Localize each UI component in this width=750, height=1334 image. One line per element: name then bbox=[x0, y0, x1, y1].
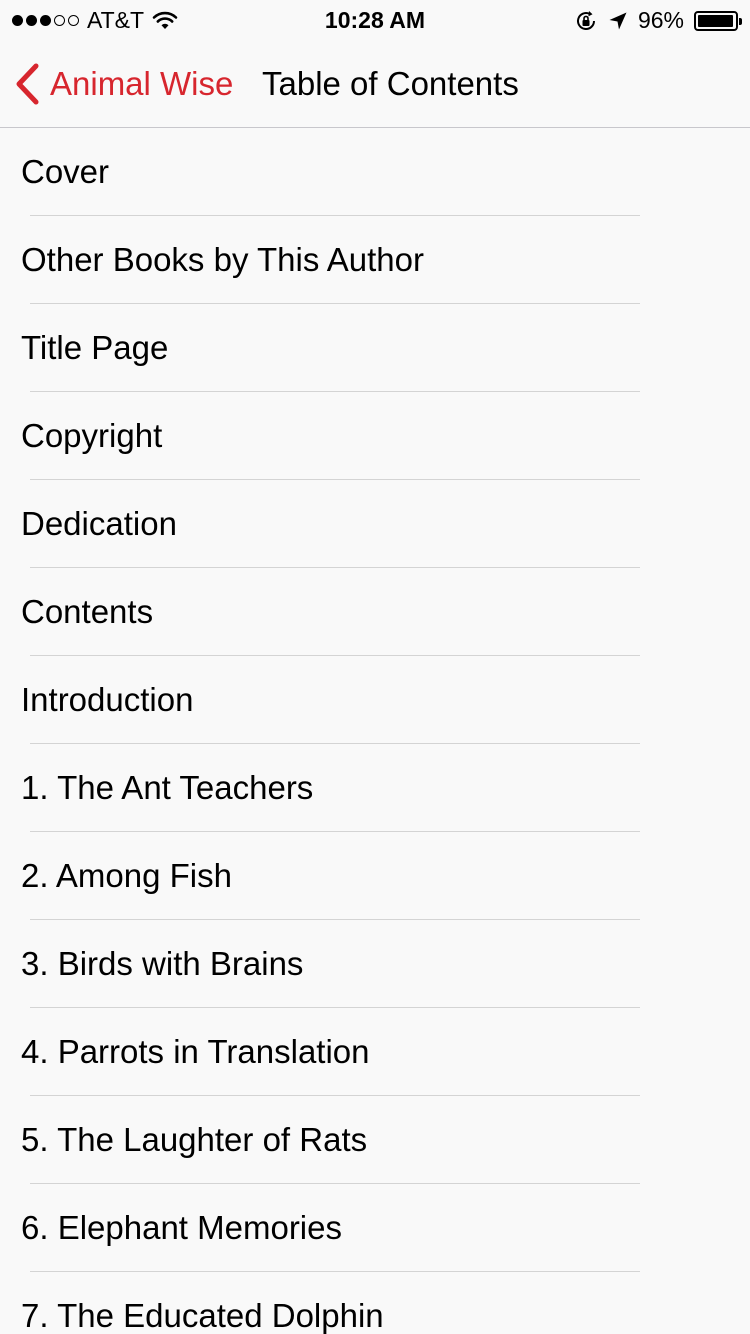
toc-item[interactable]: 1. The Ant Teachers bbox=[0, 744, 750, 832]
toc-item-label: Introduction bbox=[21, 681, 194, 718]
toc-item-label: 1. The Ant Teachers bbox=[21, 769, 314, 806]
battery-icon bbox=[694, 10, 742, 31]
toc-item-label: 7. The Educated Dolphin bbox=[21, 1297, 384, 1334]
toc-list: Cover Other Books by This Author Title P… bbox=[0, 128, 750, 1334]
toc-item[interactable]: 4. Parrots in Translation bbox=[0, 1008, 750, 1096]
toc-item[interactable]: Cover bbox=[0, 128, 750, 216]
toc-item-label: Contents bbox=[21, 593, 154, 630]
toc-item[interactable]: Copyright bbox=[0, 392, 750, 480]
toc-item-label: 2. Among Fish bbox=[21, 857, 232, 894]
toc-item-label: 4. Parrots in Translation bbox=[21, 1033, 370, 1070]
toc-item-label: 5. The Laughter of Rats bbox=[21, 1121, 368, 1158]
toc-item-label: Other Books by This Author bbox=[21, 241, 424, 278]
toc-item-label: Title Page bbox=[21, 329, 169, 366]
toc-item[interactable]: Introduction bbox=[0, 656, 750, 744]
navigation-bar: Animal Wise Table of Contents bbox=[0, 40, 750, 128]
toc-item[interactable]: Title Page bbox=[0, 304, 750, 392]
page-title: Table of Contents bbox=[262, 65, 519, 102]
back-button-label: Animal Wise bbox=[50, 65, 234, 102]
location-arrow-icon bbox=[609, 12, 627, 29]
toc-item-label: Dedication bbox=[21, 505, 177, 542]
toc-item-label: 6. Elephant Memories bbox=[21, 1209, 342, 1246]
chevron-left-icon bbox=[16, 63, 39, 105]
toc-item[interactable]: 2. Among Fish bbox=[0, 832, 750, 920]
toc-item[interactable]: 5. The Laughter of Rats bbox=[0, 1096, 750, 1184]
back-button[interactable]: Animal Wise bbox=[14, 62, 233, 106]
toc-item[interactable]: Contents bbox=[0, 568, 750, 656]
screen: AT&T 10:28 AM 96% Animal Wise Table of C… bbox=[0, 0, 750, 1334]
toc-item[interactable]: 7. The Educated Dolphin bbox=[0, 1272, 750, 1334]
toc-item[interactable]: 3. Birds with Brains bbox=[0, 920, 750, 1008]
battery-percent: 96% bbox=[637, 7, 684, 33]
status-right: 96% bbox=[574, 7, 742, 34]
toc-item-label: Copyright bbox=[21, 417, 163, 454]
rotation-lock-icon bbox=[576, 10, 595, 30]
battery-fill bbox=[698, 14, 733, 27]
status-bar: AT&T 10:28 AM 96% bbox=[0, 0, 750, 40]
toc-item[interactable]: Other Books by This Author bbox=[0, 216, 750, 304]
toc-item-label: 3. Birds with Brains bbox=[21, 945, 304, 982]
toc-item[interactable]: 6. Elephant Memories bbox=[0, 1184, 750, 1272]
toc-item-label: Cover bbox=[21, 153, 110, 190]
toc-item[interactable]: Dedication bbox=[0, 480, 750, 568]
